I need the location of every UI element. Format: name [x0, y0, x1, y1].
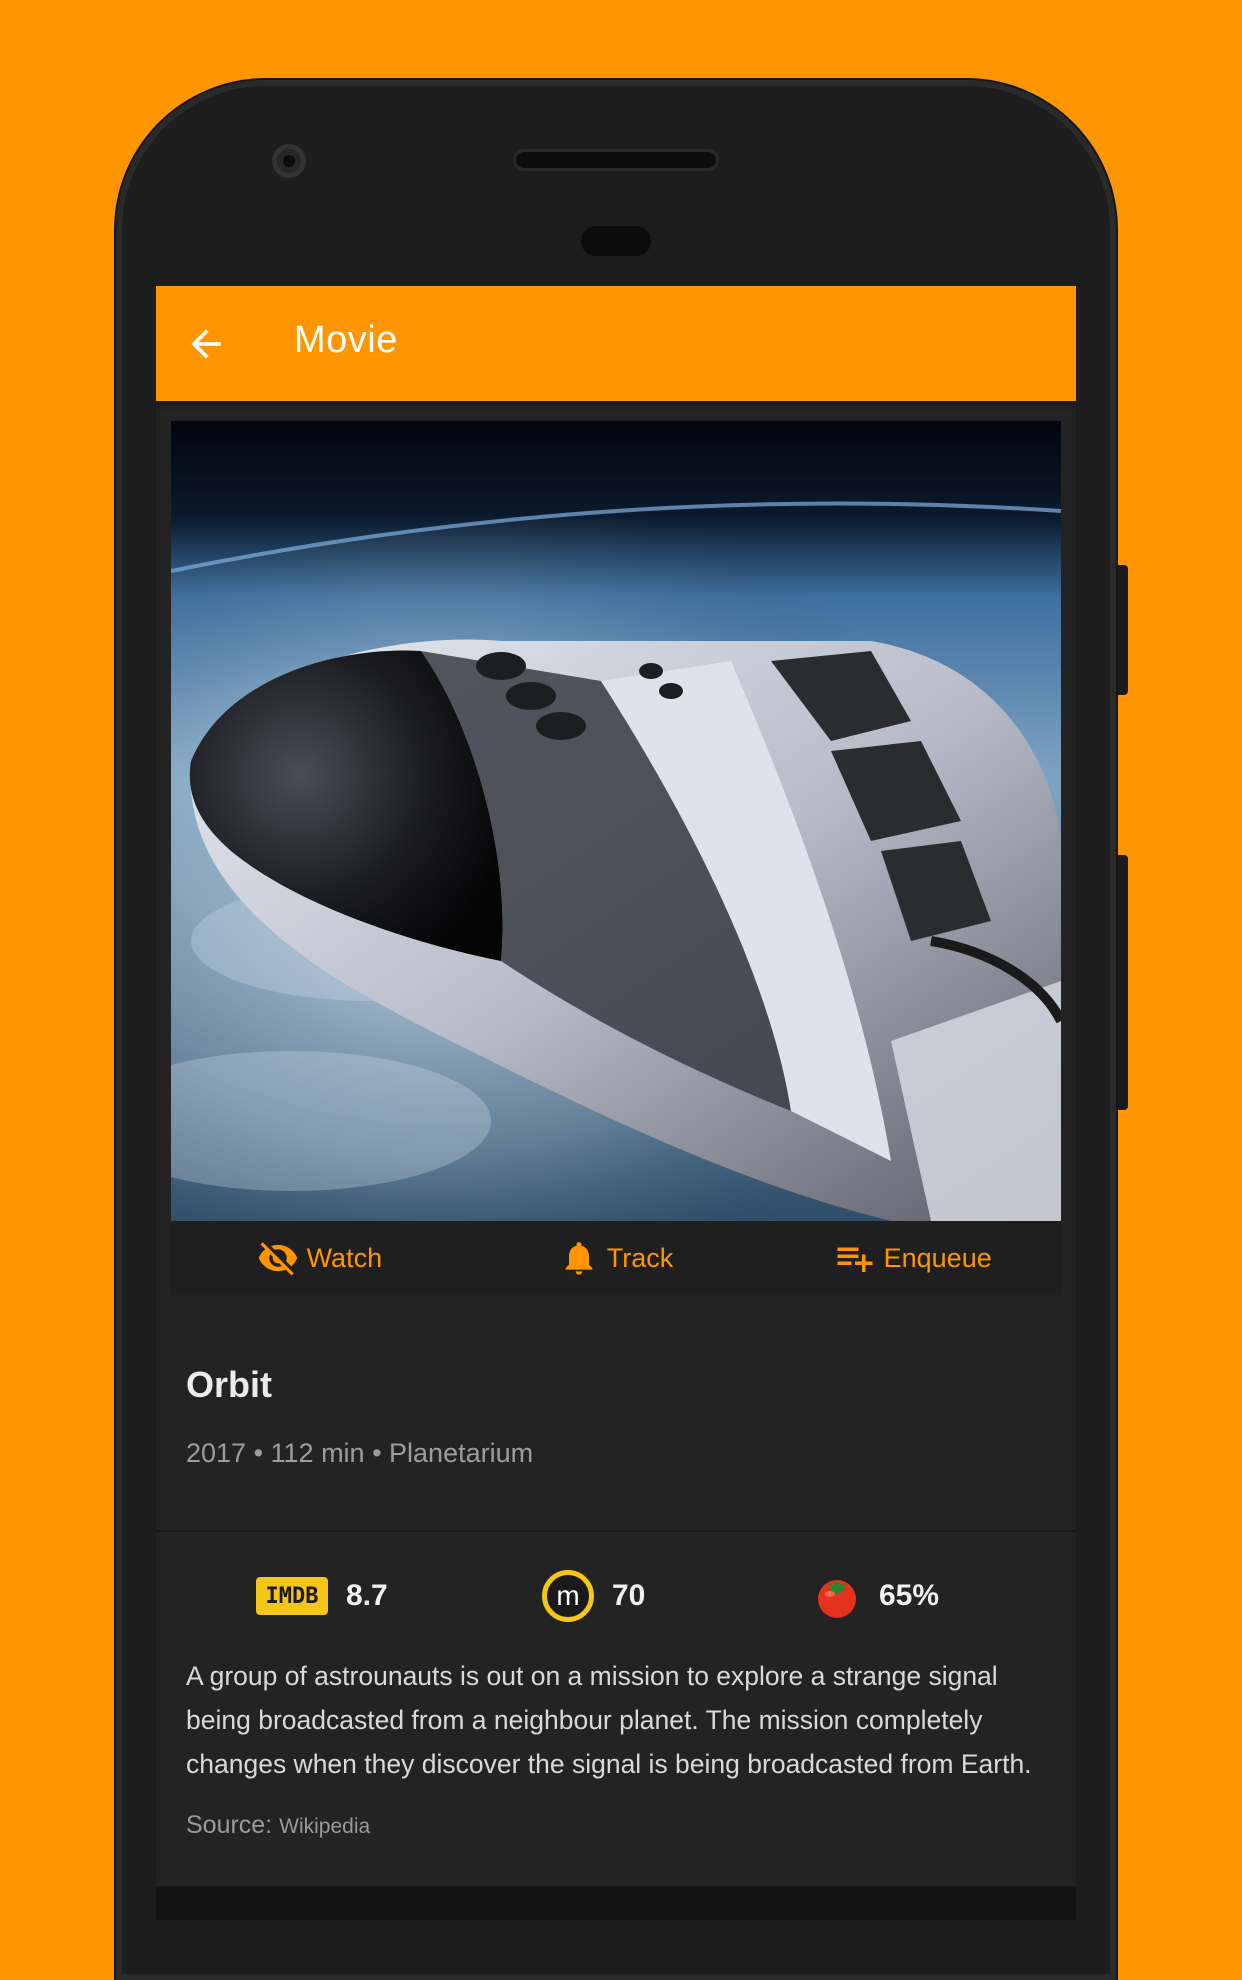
watch-label: Watch [306, 1242, 383, 1273]
movie-card: Watch Track Enqueue [171, 421, 1061, 1295]
imdb-rating[interactable]: IMDB 8.7 [256, 1556, 388, 1636]
front-camera [272, 144, 306, 178]
arrow-back-icon[interactable] [184, 322, 228, 366]
bottom-bar [156, 1886, 1076, 1920]
section-divider [156, 1530, 1076, 1532]
app-bar: Movie [156, 286, 1076, 401]
earpiece-speaker [516, 152, 716, 168]
volume-button [1118, 855, 1128, 1110]
eye-off-icon [258, 1242, 297, 1276]
movie-title: Orbit [186, 1364, 272, 1405]
metacritic-rating[interactable]: m 70 [542, 1556, 645, 1636]
movie-meta: 2017 • 112 min • Planetarium [186, 1438, 534, 1468]
playlist-add-icon [837, 1247, 873, 1272]
tomato-icon [818, 1580, 856, 1618]
imdb-score: 8.7 [346, 1579, 388, 1612]
bell-icon [565, 1242, 593, 1275]
rotten-tomatoes-score: 65% [879, 1579, 940, 1612]
metacritic-score: 70 [612, 1579, 646, 1612]
app-screen: Movie Watch Track Enqueue Orbit 2017 • 1… [156, 286, 1076, 1920]
movie-synopsis: A group of astrounauts is out on a missi… [186, 1661, 1032, 1779]
power-button [1118, 565, 1128, 695]
proximity-sensor [581, 226, 651, 256]
enqueue-button[interactable]: Enqueue [764, 1221, 1061, 1295]
enqueue-label: Enqueue [883, 1242, 992, 1273]
imdb-logo: IMDB [256, 1577, 328, 1615]
ratings-row: IMDB 8.7 m 70 65% [156, 1556, 1076, 1636]
metacritic-logo: m [542, 1570, 594, 1622]
source-line: Source: Wikipedia [186, 1811, 370, 1840]
action-bar: Watch Track Enqueue [171, 1221, 1061, 1295]
watch-button[interactable]: Watch [171, 1221, 468, 1295]
source-link[interactable]: Wikipedia [279, 1815, 370, 1838]
track-button[interactable]: Track [468, 1221, 765, 1295]
source-label: Source: [186, 1811, 273, 1839]
page-title: Movie [294, 319, 398, 361]
rotten-tomatoes-rating[interactable]: 65% [813, 1556, 939, 1636]
movie-poster-image[interactable] [171, 421, 1061, 1221]
track-label: Track [606, 1242, 674, 1273]
